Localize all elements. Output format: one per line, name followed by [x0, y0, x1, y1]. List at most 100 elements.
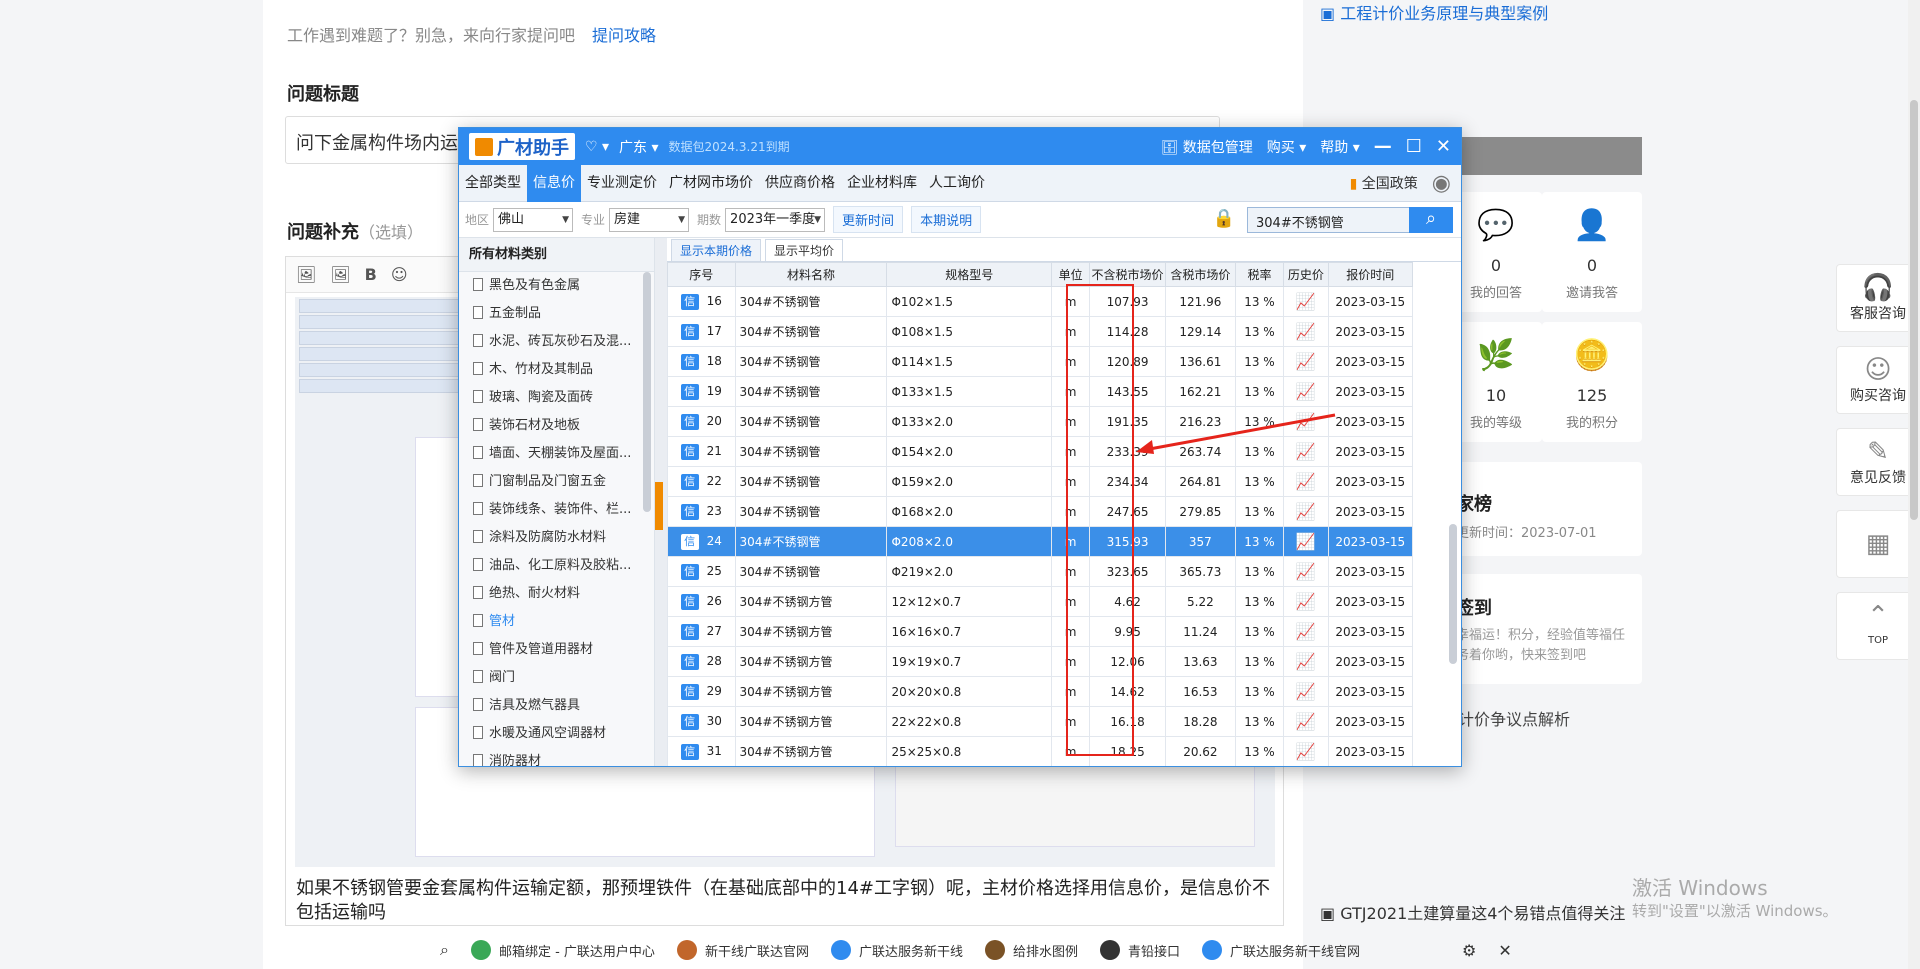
category-item[interactable]: 洁具及燃气器具 [459, 692, 654, 720]
update-time-button[interactable]: 更新时间 [833, 206, 904, 233]
column-header[interactable]: 报价时间 [1327, 262, 1414, 287]
taskbar-item[interactable]: 青铅接口 [1099, 940, 1180, 960]
stat-points[interactable]: 🪙 125 我的积分 [1542, 322, 1642, 442]
table-row[interactable]: 信 18 304#不锈钢管 Φ114×1.5 m 120.89 136.61 13 % 📈 202… [667, 346, 1414, 377]
tab-labor-inquiry[interactable]: 人工询价 [923, 165, 991, 202]
taskbar-item[interactable]: 邮箱绑定 - 广联达用户中心 [470, 940, 655, 960]
taskbar-item[interactable]: 广联达服务新干线官网 [1202, 940, 1360, 960]
region-select[interactable]: 广东 ▾ [619, 137, 658, 157]
category-item[interactable]: 黑色及有色金属 [459, 272, 654, 300]
category-item[interactable]: 涂料及防腐防水材料 [459, 524, 654, 552]
category-item[interactable]: 玻璃、陶瓷及面砖 [459, 384, 654, 412]
category-item[interactable]: 水泥、砖瓦灰砂石及混... [459, 328, 654, 356]
buy-menu[interactable]: 购买 ▾ [1267, 137, 1306, 157]
history-chart-icon[interactable]: 📈 [1283, 736, 1329, 766]
taskbar-item[interactable]: 给排水图例 [984, 940, 1078, 960]
tab-all-types[interactable]: 全部类型 [459, 165, 527, 202]
table-row[interactable]: 信 19 304#不锈钢管 Φ133×1.5 m 143.55 162.21 13 % 📈 202… [667, 376, 1414, 407]
table-row[interactable]: 信 28 304#不锈钢方管 19×19×0.7 m 12.06 13.63 13 % 📈 202… [667, 646, 1414, 677]
history-chart-icon[interactable]: 📈 [1283, 586, 1329, 617]
category-item[interactable]: 五金制品 [459, 300, 654, 328]
image-icon[interactable]: 🖼 [296, 265, 316, 284]
category-item[interactable]: 管材 [459, 608, 654, 636]
history-chart-icon[interactable]: 📈 [1283, 316, 1329, 347]
tab-enterprise-lib[interactable]: 企业材料库 [841, 165, 923, 202]
stat-invite[interactable]: 👤 0 邀请我答 [1542, 192, 1642, 312]
history-chart-icon[interactable]: 📈 [1283, 466, 1329, 497]
column-header[interactable]: 不含税市场价 [1089, 262, 1167, 287]
help-menu[interactable]: 帮助 ▾ [1320, 137, 1359, 157]
category-item[interactable]: 装饰线条、装饰件、栏... [459, 496, 654, 524]
stat-my-answers[interactable]: 💬 0 我的回答 [1450, 192, 1542, 312]
banner-image-link[interactable]: ▣ 工程计价业务原理与典型案例 [1320, 0, 1548, 24]
collapse-handle[interactable] [655, 482, 663, 530]
policy-link[interactable]: ▮ 全国政策 [1350, 173, 1418, 193]
table-row[interactable]: 信 31 304#不锈钢方管 25×25×0.8 m 18.25 20.62 13 % 📈 202… [667, 736, 1414, 766]
column-header[interactable]: 材料名称 [734, 262, 888, 287]
table-scrollbar[interactable] [1449, 524, 1457, 664]
lock-icon[interactable]: 🔒 [1213, 208, 1235, 229]
table-row[interactable]: 信 25 304#不锈钢管 Φ219×2.0 m 323.65 365.73 13 % 📈 202… [667, 556, 1414, 587]
table-row[interactable]: 信 16 304#不锈钢管 Φ102×1.5 m 107.93 121.96 13 % 📈 202… [667, 286, 1414, 317]
table-row[interactable]: 信 24 304#不锈钢管 Φ208×2.0 m 315.93 357 13 % 📈 2023-0… [667, 526, 1414, 557]
taskbar-item[interactable]: 广联达服务新干线 [830, 940, 963, 960]
area-select[interactable]: 佛山 [493, 207, 574, 232]
history-chart-icon[interactable]: 📈 [1283, 346, 1329, 377]
category-scrollbar[interactable] [643, 272, 651, 512]
table-row[interactable]: 信 27 304#不锈钢方管 16×16×0.7 m 9.95 11.24 13 % 📈 2023… [667, 616, 1414, 647]
page-scrollbar[interactable] [1908, 0, 1920, 969]
history-chart-icon[interactable]: 📈 [1283, 706, 1329, 737]
table-row[interactable]: 信 22 304#不锈钢管 Φ159×2.0 m 234.34 264.81 13 % 📈 202… [667, 466, 1414, 497]
tab-current-price[interactable]: 显示本期价格 [671, 239, 762, 261]
ask-guide-link[interactable]: 提问攻略 [592, 22, 656, 46]
rank-card[interactable]: 家榜 更新时间：2023-07-01 [1450, 462, 1642, 556]
data-pack-manager[interactable]: 🗄 数据包管理 [1161, 137, 1253, 157]
column-header[interactable]: 含税市场价 [1165, 262, 1236, 287]
period-select[interactable]: 2023年一季度 [725, 207, 826, 232]
period-explain-button[interactable]: 本期说明 [911, 206, 982, 233]
category-item[interactable]: 阀门 [459, 664, 654, 692]
signin-card[interactable]: 签到 幸福运！积分，经验值等福任务着你哟，快来签到吧 [1450, 574, 1642, 684]
tab-supplier-price[interactable]: 供应商价格 [759, 165, 841, 202]
history-chart-icon[interactable]: 📈 [1283, 496, 1329, 527]
minimize-icon[interactable]: — [1374, 136, 1392, 157]
column-header[interactable]: 税率 [1234, 262, 1285, 287]
emoji-icon[interactable]: ☺ [391, 265, 408, 284]
category-item[interactable]: 墙面、天棚装饰及屋面... [459, 440, 654, 468]
tab-market-price[interactable]: 广材网市场价 [663, 165, 759, 202]
category-item[interactable]: 管件及管道用器材 [459, 636, 654, 664]
close-icon[interactable]: ✕ [1436, 136, 1451, 157]
column-header[interactable]: 历史价 [1283, 262, 1329, 287]
column-header[interactable]: 规格型号 [886, 262, 1053, 287]
search-button[interactable]: ⌕ [1409, 207, 1453, 233]
vip-icon[interactable]: ♡ ▾ [585, 139, 609, 155]
category-item[interactable]: 水暖及通风空调器材 [459, 720, 654, 748]
bottom-article-link[interactable]: ▣ GTJ2021土建算量这4个易错点值得关注 [1320, 900, 1625, 924]
table-row[interactable]: 信 30 304#不锈钢方管 22×22×0.8 m 16.18 18.28 13 % 📈 202… [667, 706, 1414, 737]
history-chart-icon[interactable]: 📈 [1283, 646, 1329, 677]
table-row[interactable]: 信 23 304#不锈钢管 Φ168×2.0 m 247.65 279.85 13 % 📈 202… [667, 496, 1414, 527]
category-item[interactable]: 油品、化工原料及胶粘... [459, 552, 654, 580]
maximize-icon[interactable]: ☐ [1406, 136, 1422, 157]
category-item[interactable]: 木、竹材及其制品 [459, 356, 654, 384]
tab-special-price[interactable]: 专业测定价 [581, 165, 663, 202]
category-item[interactable]: 消防器材 [459, 748, 654, 766]
history-chart-icon[interactable]: 📈 [1283, 286, 1329, 317]
stat-level[interactable]: 🌿 10 我的等级 [1450, 322, 1542, 442]
major-select[interactable]: 房建 [609, 207, 690, 232]
category-item[interactable]: 装饰石材及地板 [459, 412, 654, 440]
column-header[interactable]: 序号 [667, 262, 736, 287]
search-icon[interactable]: ⌕ [440, 940, 449, 960]
table-row[interactable]: 信 26 304#不锈钢方管 12×12×0.7 m 4.62 5.22 13 % 📈 2023-… [667, 586, 1414, 617]
table-row[interactable]: 信 29 304#不锈钢方管 20×20×0.8 m 14.62 16.53 13 % 📈 202… [667, 676, 1414, 707]
history-chart-icon[interactable]: 📈 [1283, 376, 1329, 407]
bold-button[interactable]: B [365, 265, 377, 284]
picture-icon[interactable]: 🖼 [330, 265, 350, 284]
history-chart-icon[interactable]: 📈 [1283, 556, 1329, 587]
article-link[interactable]: 计价争议点解析 [1458, 706, 1570, 730]
tab-info-price[interactable]: 信息价 [527, 164, 581, 202]
gear-icon[interactable]: ⚙ [1462, 941, 1476, 960]
category-item[interactable]: 门窗制品及门窗五金 [459, 468, 654, 496]
taskbar-item[interactable]: 新干线广联达官网 [676, 940, 809, 960]
tab-average-price[interactable]: 显示平均价 [765, 239, 844, 261]
